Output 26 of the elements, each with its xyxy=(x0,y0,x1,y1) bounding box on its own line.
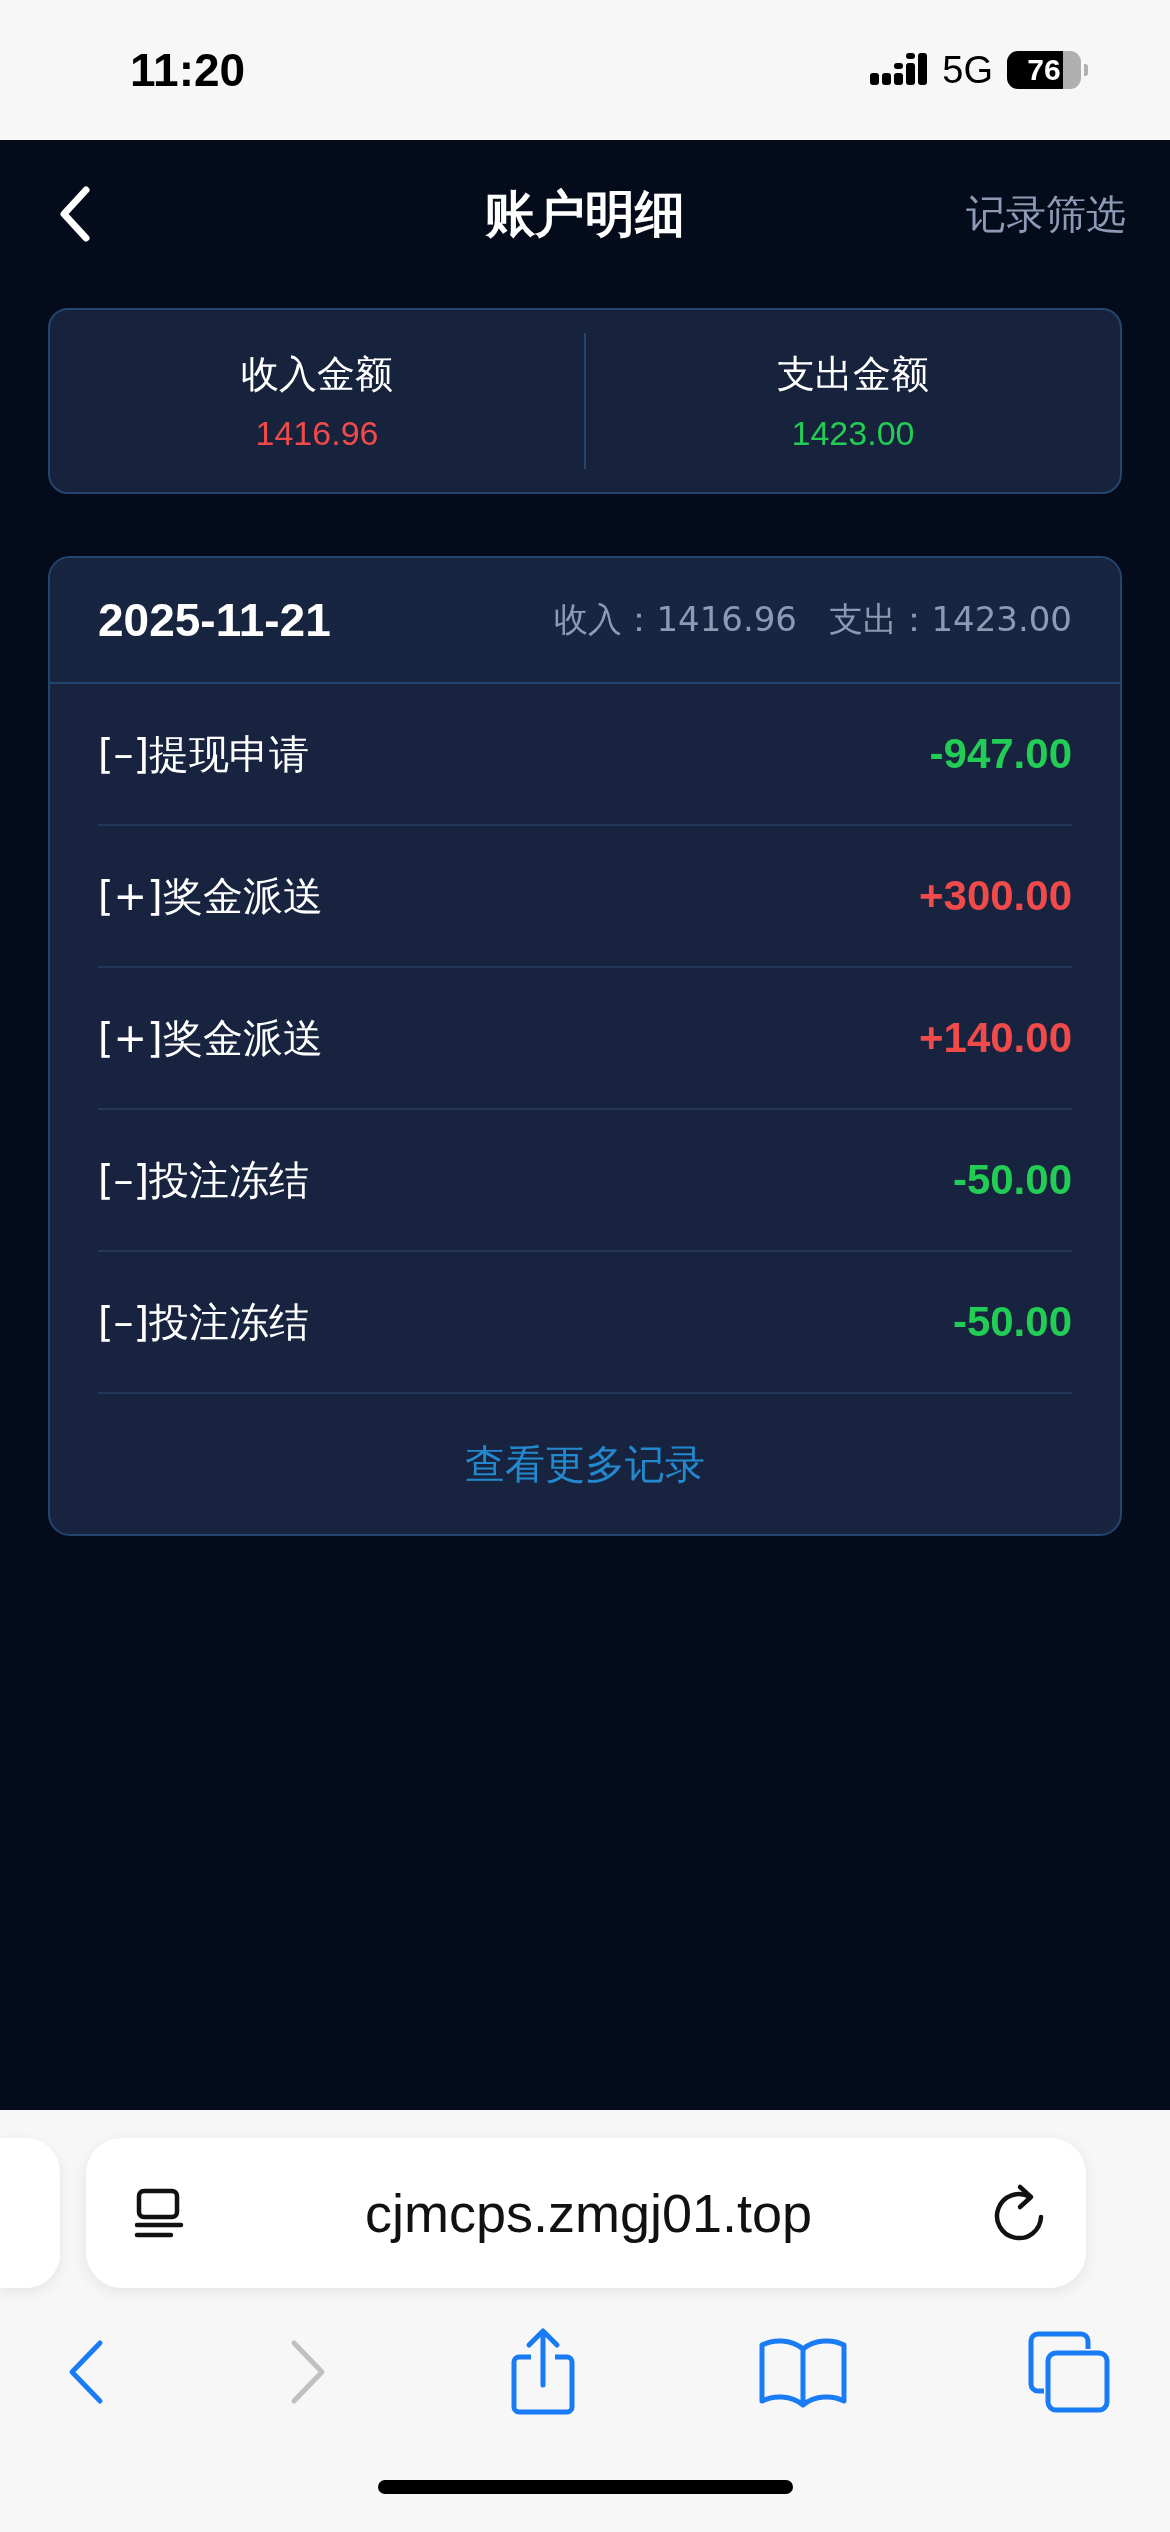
day-date: 2025-11-21 xyxy=(98,593,331,647)
record-title: [+]奖金派送 xyxy=(98,871,323,921)
summary-label: 支出金额 xyxy=(777,351,929,398)
tabs-icon[interactable] xyxy=(1026,2329,1112,2415)
summary-value: 1423.00 xyxy=(791,414,915,453)
record-amount: +140.00 xyxy=(919,1014,1072,1062)
record-title: [–]投注冻结 xyxy=(98,1155,310,1205)
record-title: [–]提现申请 xyxy=(98,729,310,779)
record-amount: -50.00 xyxy=(952,1298,1072,1346)
filter-link[interactable]: 记录筛选 xyxy=(966,186,1126,242)
network-label: 5G xyxy=(942,48,993,92)
url-text: cjmcps.zmgj01.top xyxy=(364,2182,813,2244)
day-totals: 收入：1416.96 支出：1423.00 xyxy=(554,598,1072,641)
record-amount: -50.00 xyxy=(952,1156,1072,1204)
summary-value: 1416.96 xyxy=(255,414,379,453)
page-title: 账户明细 xyxy=(485,183,685,245)
record-title: [–]投注冻结 xyxy=(98,1297,310,1347)
summary-label: 收入金额 xyxy=(241,351,393,398)
signal-icon xyxy=(870,53,929,87)
record-title: [+]奖金派送 xyxy=(98,1013,323,1063)
record-amount: -947.00 xyxy=(929,730,1072,778)
record-amount: +300.00 xyxy=(919,872,1072,920)
address-bar[interactable]: cjmcps.zmgj01.top xyxy=(86,2138,1086,2288)
back-icon[interactable] xyxy=(58,185,92,243)
more-records-link[interactable]: 查看更多记录 xyxy=(465,1436,705,1492)
status-time: 11:20 xyxy=(130,43,246,97)
